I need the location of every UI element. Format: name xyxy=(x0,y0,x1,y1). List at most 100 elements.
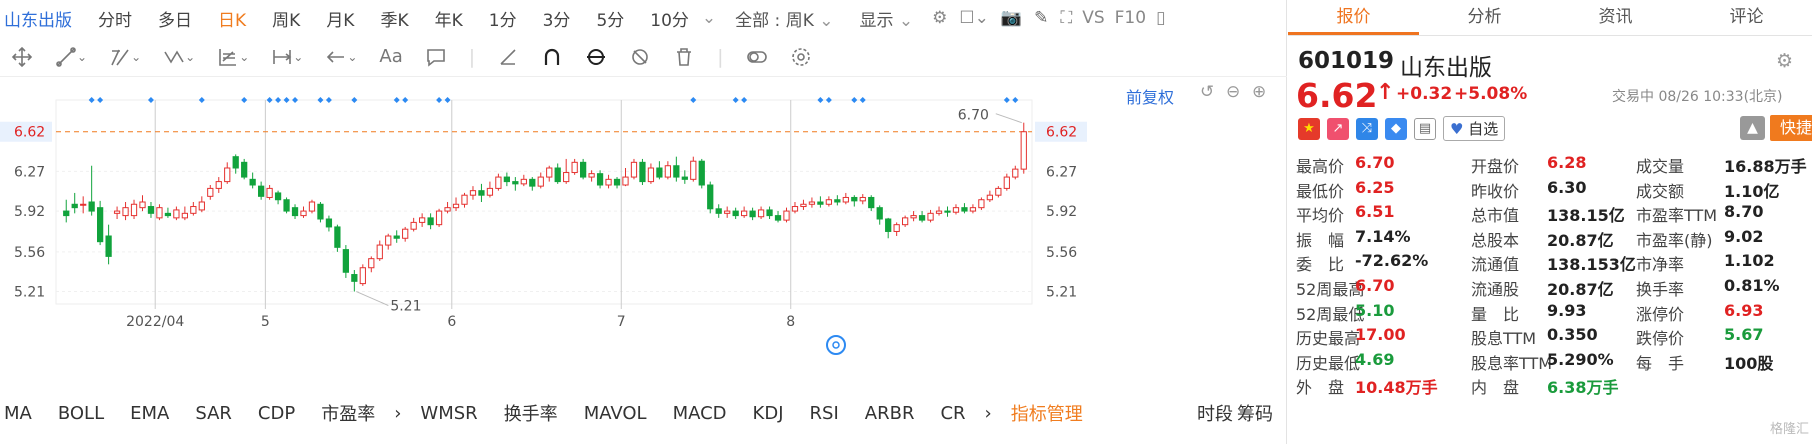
event-marker[interactable] xyxy=(275,97,282,103)
event-marker[interactable] xyxy=(741,97,748,103)
bell-icon[interactable]: ▲ xyxy=(1740,116,1765,140)
fibonacci-tool-icon[interactable]: ⌄ xyxy=(217,46,249,68)
kline-chart[interactable]: 6.62 6.62 6.27 6.27 5.92 5.92 5.56 5.56 5.21 5.21… xyxy=(0,80,1287,390)
event-marker[interactable] xyxy=(351,97,358,103)
event-marker[interactable] xyxy=(859,97,866,103)
fullscreen-icon[interactable]: ⛶ xyxy=(1054,8,1078,28)
period-weekly-k[interactable]: 周K xyxy=(259,6,313,31)
magnet-icon[interactable] xyxy=(541,46,563,68)
period-fenshi[interactable]: 分时 xyxy=(85,6,145,31)
stock-title[interactable]: 山东出版 xyxy=(0,6,85,31)
event-marker[interactable] xyxy=(198,97,205,103)
indicator-ema[interactable]: EMA xyxy=(117,403,182,424)
indicator-turnover[interactable]: 换手率 xyxy=(491,400,571,426)
time-period-button[interactable]: 时段 xyxy=(1184,400,1237,426)
event-marker[interactable] xyxy=(817,97,824,103)
event-marker[interactable] xyxy=(1012,97,1019,103)
low-label: 5.21 xyxy=(390,299,421,315)
hide-icon[interactable] xyxy=(629,46,651,68)
indicator-macd[interactable]: MACD xyxy=(660,403,740,424)
comment-icon[interactable] xyxy=(425,46,447,68)
event-marker[interactable] xyxy=(292,97,299,103)
period-duori[interactable]: 多日 xyxy=(145,6,205,31)
indicator-mavol[interactable]: MAVOL xyxy=(571,403,660,424)
settings-icon[interactable]: ⚙ xyxy=(1776,50,1793,72)
arrow-tool-icon[interactable]: ⌄ xyxy=(325,46,357,68)
period-yearly-k[interactable]: 年K xyxy=(422,6,476,31)
tag-icon[interactable]: ◆ xyxy=(1385,117,1407,140)
text-tool-icon[interactable]: Aa xyxy=(379,46,402,67)
event-marker[interactable] xyxy=(266,97,273,103)
settings-gear-icon[interactable]: ⚙ xyxy=(926,8,953,28)
line-tool-icon[interactable]: ⌄ xyxy=(55,46,87,68)
event-marker[interactable] xyxy=(444,97,451,103)
event-marker[interactable] xyxy=(851,97,858,103)
indicator-cr[interactable]: CR xyxy=(927,403,978,424)
indicator-arbr[interactable]: ARBR xyxy=(852,403,928,424)
event-marker[interactable] xyxy=(436,97,443,103)
f10-button[interactable]: F10 xyxy=(1109,8,1152,28)
link-icon[interactable] xyxy=(585,46,607,68)
book-icon[interactable]: ▤ xyxy=(1414,117,1436,140)
flag-icon[interactable]: ★ xyxy=(1298,117,1320,140)
chevron-right-icon[interactable]: › xyxy=(979,403,998,424)
camera-icon[interactable]: 📷 xyxy=(995,8,1028,28)
period-10min[interactable]: 10分 xyxy=(637,6,702,31)
event-marker[interactable] xyxy=(825,97,832,103)
chevron-down-icon[interactable]: ⌄ xyxy=(702,8,722,28)
shuffle-icon[interactable]: ⤨ xyxy=(1356,117,1378,140)
event-marker[interactable] xyxy=(317,97,324,103)
period-daily-k[interactable]: 日K xyxy=(205,6,259,31)
indicator-rsi[interactable]: RSI xyxy=(797,403,852,424)
quick-trade-button[interactable]: 快捷交易 xyxy=(1770,115,1812,141)
period-5min[interactable]: 5分 xyxy=(583,6,637,31)
event-marker[interactable] xyxy=(732,97,739,103)
ruler-icon[interactable] xyxy=(497,46,519,68)
indicator-management[interactable]: 指标管理 xyxy=(998,400,1096,426)
checkbox-icon[interactable]: ☐⌄ xyxy=(953,8,994,28)
event-marker[interactable] xyxy=(97,97,104,103)
sidebar-toggle-icon[interactable]: ▯ xyxy=(1152,8,1169,28)
tab-comments[interactable]: 评论 xyxy=(1681,0,1812,35)
indicator-pe[interactable]: 市盈率 xyxy=(308,400,388,426)
tab-analysis[interactable]: 分析 xyxy=(1419,0,1550,35)
range-select[interactable]: 全部 : 周K ⌄ xyxy=(722,6,846,31)
indicator-wmsr[interactable]: WMSR xyxy=(407,403,490,424)
event-marker[interactable] xyxy=(393,97,400,103)
indicator-sar[interactable]: SAR xyxy=(182,403,245,424)
event-marker[interactable] xyxy=(325,97,332,103)
event-marker[interactable] xyxy=(241,97,248,103)
at-badge-icon[interactable] xyxy=(826,335,846,355)
wave-tool-icon[interactable]: ⌄ xyxy=(163,46,195,68)
chips-button[interactable]: 筹码 xyxy=(1237,400,1287,426)
channel-tool-icon[interactable]: ⌄ xyxy=(109,46,141,68)
display-select[interactable]: 显示 ⌄ xyxy=(847,6,927,31)
event-marker[interactable] xyxy=(88,97,95,103)
event-marker[interactable] xyxy=(1003,97,1010,103)
period-1min[interactable]: 1分 xyxy=(476,6,530,31)
measure-tool-icon[interactable]: ⌄ xyxy=(271,46,303,68)
toggle-icon[interactable] xyxy=(746,46,768,68)
chevron-right-icon[interactable]: › xyxy=(388,403,407,424)
period-3min[interactable]: 3分 xyxy=(530,6,584,31)
gear-icon[interactable] xyxy=(790,46,812,68)
tab-quote[interactable]: 报价 xyxy=(1288,0,1419,35)
event-marker[interactable] xyxy=(283,97,290,103)
event-marker[interactable] xyxy=(147,97,154,103)
trash-icon[interactable] xyxy=(673,46,695,68)
indicator-ma[interactable]: MA xyxy=(0,403,45,424)
crosshair-icon[interactable] xyxy=(11,46,33,68)
vs-button[interactable]: VS xyxy=(1078,8,1108,28)
watchlist-button[interactable]: ♥ 自选 xyxy=(1443,116,1506,141)
event-marker[interactable] xyxy=(402,97,409,103)
tab-news[interactable]: 资讯 xyxy=(1550,0,1681,35)
indicator-kdj[interactable]: KDJ xyxy=(740,403,797,424)
rocket-icon[interactable]: ↗ xyxy=(1327,117,1349,140)
candle-body xyxy=(461,194,468,205)
indicator-cdp[interactable]: CDP xyxy=(245,403,308,424)
pencil-icon[interactable]: ✎ xyxy=(1028,8,1054,28)
event-marker[interactable] xyxy=(690,97,697,103)
period-monthly-k[interactable]: 月K xyxy=(313,6,367,31)
period-quarterly-k[interactable]: 季K xyxy=(367,6,421,31)
indicator-boll[interactable]: BOLL xyxy=(45,403,117,424)
